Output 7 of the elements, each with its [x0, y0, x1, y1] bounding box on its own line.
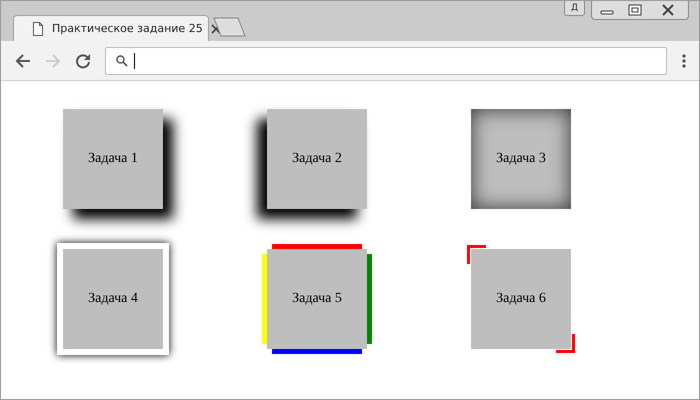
task-label: Задача 5 [292, 291, 342, 307]
task-label: Задача 1 [88, 151, 138, 167]
task-label: Задача 6 [496, 291, 546, 307]
profile-badge[interactable]: Д [564, 1, 585, 16]
task-label: Задача 2 [292, 151, 342, 167]
task-label: Задача 3 [496, 151, 546, 167]
task-label: Задача 4 [88, 291, 138, 307]
